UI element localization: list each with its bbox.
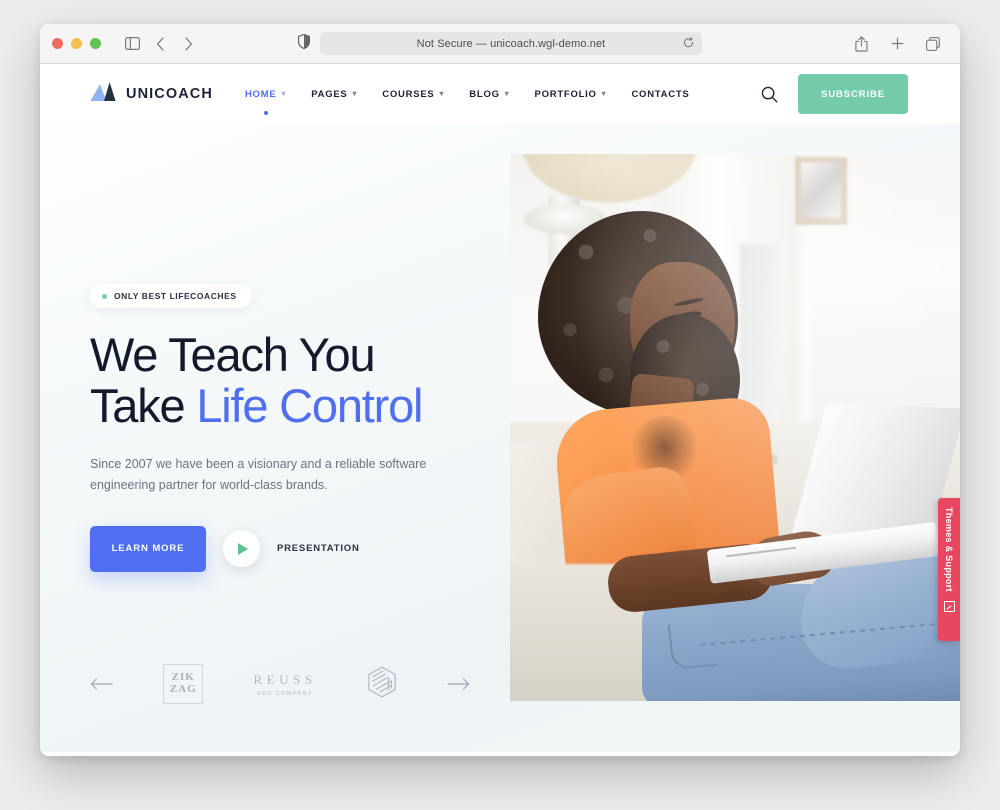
url-field[interactable]: Not Secure — unicoach.wgl-demo.net	[320, 32, 702, 55]
header-actions: SUBSCRIBE	[761, 74, 908, 114]
share-icon[interactable]	[848, 31, 874, 57]
support-ticket-icon	[943, 600, 955, 612]
chevron-down-icon: ▾	[439, 89, 445, 98]
brand-carousel: ZIK ZAG REUSS SEO COMPANY	[90, 664, 470, 704]
nav-item-portfolio[interactable]: PORTFOLIO ▾	[535, 85, 607, 104]
badge-dot-icon	[102, 293, 107, 299]
close-window-button[interactable]	[52, 38, 63, 49]
arrow-right-icon[interactable]	[447, 678, 470, 690]
active-nav-indicator	[263, 110, 268, 115]
brand-reuss-name: REUSS	[253, 671, 317, 687]
nav-item-pages[interactable]: PAGES ▾	[311, 85, 357, 104]
mountain-logo-icon	[90, 81, 117, 107]
site-logo[interactable]: UNICOACH	[90, 81, 213, 107]
hero-title: We Teach You Take Life Control	[90, 328, 490, 432]
nav-item-home[interactable]: HOME ▾	[244, 85, 287, 115]
nav-label-blog: BLOG	[469, 88, 500, 100]
nav-item-blog[interactable]: BLOG ▾	[469, 85, 509, 104]
hero-title-line2-accent: Life Control	[196, 378, 423, 432]
nav-item-courses[interactable]: COURSES ▾	[382, 85, 444, 104]
zoom-window-button[interactable]	[90, 38, 101, 49]
brand-logo-zikzag[interactable]: ZIK ZAG	[163, 664, 204, 704]
browser-toolbar: Not Secure — unicoach.wgl-demo.net	[40, 24, 960, 64]
play-icon[interactable]	[223, 530, 260, 567]
brand-reuss-tagline: SEO COMPANY	[257, 690, 313, 697]
themes-support-tab[interactable]: Themes & Support	[938, 498, 960, 641]
subscribe-button[interactable]: SUBSCRIBE	[798, 74, 908, 114]
search-icon[interactable]	[761, 86, 778, 103]
hero-content: ONLY BEST LIFECOACHES We Teach You Take …	[90, 284, 490, 572]
site-header: UNICOACH HOME ▾ PAGES ▾ COURSES ▾ BLOG ▾…	[40, 64, 960, 124]
hero-title-line1: We Teach You	[90, 328, 376, 381]
nav-label-pages: PAGES	[311, 88, 348, 100]
hero-title-line2-plain: Take	[90, 378, 197, 432]
web-page: UNICOACH HOME ▾ PAGES ▾ COURSES ▾ BLOG ▾…	[40, 64, 960, 756]
chevron-down-icon: ▾	[352, 89, 358, 98]
hero-subtitle: Since 2007 we have been a visionary and …	[90, 456, 427, 492]
nav-item-contacts[interactable]: CONTACTS	[631, 85, 689, 104]
presentation-label[interactable]: PRESENTATION	[277, 543, 360, 554]
main-navigation: HOME ▾ PAGES ▾ COURSES ▾ BLOG ▾ PORTFOLI…	[244, 85, 690, 115]
privacy-shield-icon[interactable]	[298, 33, 310, 54]
nav-label-portfolio: PORTFOLIO	[534, 88, 597, 100]
tab-overview-icon[interactable]	[920, 31, 946, 57]
brand-zikzag-line2: ZAG	[169, 683, 197, 695]
minimize-window-button[interactable]	[71, 38, 82, 49]
cube-icon	[367, 666, 397, 703]
learn-more-button[interactable]: LEARN MORE	[90, 525, 206, 572]
sidebar-toggle-icon[interactable]	[119, 31, 145, 57]
nav-label-contacts: CONTACTS	[631, 88, 690, 100]
plus-icon[interactable]	[884, 31, 910, 57]
chevron-down-icon: ▾	[601, 89, 607, 98]
chevron-down-icon: ▾	[504, 89, 510, 98]
nav-label-courses: COURSES	[382, 88, 435, 100]
hero-image	[510, 154, 960, 701]
navigation-controls	[119, 31, 201, 57]
url-text: Not Secure — unicoach.wgl-demo.net	[416, 37, 606, 50]
nav-label-home: HOME	[244, 88, 277, 100]
toolbar-actions	[848, 31, 946, 57]
chevron-down-icon: ▾	[281, 89, 287, 98]
brand-logo-reuss[interactable]: REUSS SEO COMPANY	[254, 672, 317, 697]
brand-name: UNICOACH	[126, 86, 213, 102]
hero-actions: LEARN MORE PRESENTATION	[90, 525, 490, 572]
browser-window: Not Secure — unicoach.wgl-demo.net UNICO…	[40, 24, 960, 756]
arrow-left-icon[interactable]	[90, 678, 113, 690]
hero-badge: ONLY BEST LIFECOACHES	[90, 284, 252, 308]
back-arrow-icon[interactable]	[147, 31, 173, 57]
themes-support-label: Themes & Support	[944, 507, 954, 592]
hero-section: ONLY BEST LIFECOACHES We Teach You Take …	[40, 124, 960, 752]
traffic-lights	[52, 38, 101, 49]
brand-logo-cube[interactable]	[367, 666, 397, 703]
forward-arrow-icon[interactable]	[175, 31, 201, 57]
reload-icon[interactable]	[683, 35, 694, 53]
hero-badge-label: ONLY BEST LIFECOACHES	[114, 291, 237, 301]
